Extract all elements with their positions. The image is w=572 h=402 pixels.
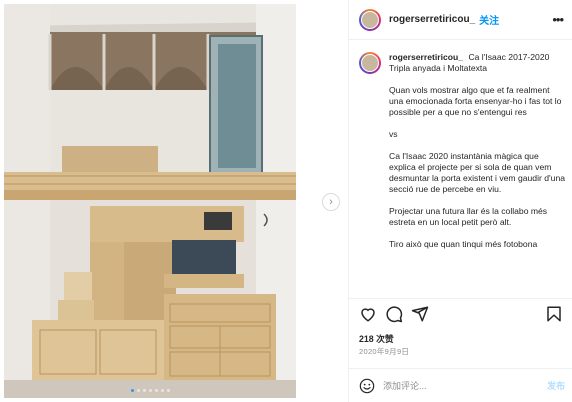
more-options-icon[interactable]: ••• (552, 12, 564, 27)
caption-avatar[interactable] (359, 52, 381, 74)
caption-paragraph: vs (389, 129, 398, 139)
paper-plane-icon[interactable] (411, 305, 429, 323)
follow-button[interactable]: 关注 (479, 12, 499, 27)
carousel-dot (142, 389, 146, 392)
carousel-dot (166, 389, 170, 392)
post-header: rogerserretiricou_ 关注 ••• (349, 0, 572, 40)
comment-icon[interactable] (385, 305, 403, 323)
caption-paragraph: Ca l'Isaac 2020 instantània màgica que e… (389, 151, 565, 194)
carousel-dot (154, 389, 158, 392)
comment-bar: 发布 (349, 368, 572, 402)
caption-username[interactable]: rogerserretiricou_ (389, 52, 463, 62)
carousel-next-button[interactable]: › (322, 193, 340, 211)
header-username[interactable]: rogerserretiricou_ (389, 14, 475, 25)
comment-input[interactable] (383, 380, 523, 391)
carousel-dot (136, 389, 140, 392)
loft-photo-illustration (4, 4, 296, 398)
instagram-post-dialog: › rogerserretiricou_ 关注 ••• rogerserreti… (0, 0, 572, 402)
caption-header: rogerserretiricou_ Ca l'Isaac 2017-2020 … (359, 52, 565, 74)
likes-count[interactable]: 218 次赞 (359, 332, 394, 345)
carousel-indicator (4, 389, 296, 392)
caption-paragraph: Projectar una futura llar és la collabo … (389, 206, 548, 227)
post-sidebar: rogerserretiricou_ 关注 ••• rogerserretiri… (348, 0, 572, 402)
action-bar (349, 298, 572, 326)
avatar[interactable] (359, 8, 381, 31)
carousel-dot (160, 389, 164, 392)
post-comment-button[interactable]: 发布 (547, 379, 565, 392)
chevron-right-icon: › (329, 196, 333, 208)
caption-first-line: rogerserretiricou_ Ca l'Isaac 2017-2020 … (389, 52, 565, 74)
caption: rogerserretiricou_ Ca l'Isaac 2017-2020 … (359, 52, 565, 290)
post-photo[interactable] (4, 4, 296, 398)
post-date: 2020年9月9日 (359, 347, 410, 356)
carousel-dot (148, 389, 152, 392)
bookmark-icon[interactable] (545, 305, 563, 323)
carousel-dot (130, 389, 134, 392)
caption-paragraph: Quan vols mostrar algo que et fa realmen… (389, 85, 562, 117)
caption-paragraph: Tiro això que quan tinqui més fotobona (389, 239, 538, 249)
smiley-icon[interactable] (359, 378, 375, 394)
heart-icon[interactable] (359, 305, 377, 323)
